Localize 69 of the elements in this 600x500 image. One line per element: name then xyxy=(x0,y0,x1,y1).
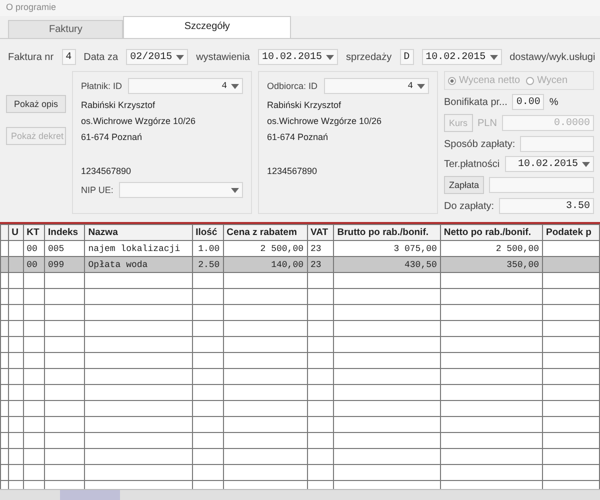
party-nip: 1234567890 xyxy=(267,166,318,176)
dropdown-caret-icon[interactable] xyxy=(582,162,590,166)
discount-field[interactable]: 0.00 xyxy=(512,94,544,110)
table-cell: 23 xyxy=(307,256,334,272)
scrollbar[interactable] xyxy=(0,489,600,500)
nip-ue-field[interactable] xyxy=(119,182,243,198)
column-header[interactable]: Nazwa xyxy=(84,224,192,240)
invoice-label: Faktura nr xyxy=(8,52,54,62)
column-header[interactable]: KT xyxy=(23,224,44,240)
column-header[interactable]: Podatek p xyxy=(542,224,600,240)
nip-ue-label: NIP UE: xyxy=(81,185,114,195)
method-label: Sposób zapłaty: xyxy=(444,138,516,150)
sale-date-field[interactable]: 10.02.2015 xyxy=(422,49,502,65)
column-header[interactable]: Ilość xyxy=(192,224,224,240)
total-label: Do zapłaty: xyxy=(444,200,494,212)
invoice-number-field[interactable]: 4 xyxy=(62,49,76,65)
column-header[interactable]: Netto po rab./bonif. xyxy=(440,224,543,240)
dropdown-caret-icon[interactable] xyxy=(417,84,425,88)
table-cell: 099 xyxy=(44,256,85,272)
dropdown-caret-icon[interactable] xyxy=(176,54,184,60)
column-header[interactable]: Cena z rabatem xyxy=(223,224,308,240)
party-street: os.Wichrowe Wzgórze 10/26 xyxy=(81,116,197,126)
issue-label: wystawienia xyxy=(196,52,250,62)
party-name: Rabiński Krzysztof xyxy=(81,100,156,110)
party-city: 61-674 Poznań xyxy=(267,132,330,142)
party-street: os.Wichrowe Wzgórze 10/26 xyxy=(267,116,383,126)
table-cell: 2.50 xyxy=(192,256,224,272)
radio-dot-icon[interactable] xyxy=(448,76,456,84)
column-header[interactable]: Indeks xyxy=(44,224,85,240)
dropdown-caret-icon[interactable] xyxy=(231,84,239,88)
table-cell: 350,00 xyxy=(440,256,543,272)
party-nip: 1234567890 xyxy=(81,166,132,176)
column-header[interactable]: VAT xyxy=(307,224,334,240)
payment-field[interactable] xyxy=(489,177,594,193)
delivery-label: dostawy/wyk.usługi xyxy=(510,52,596,62)
tab[interactable]: Szczegóły xyxy=(123,16,291,38)
radio-label: Wycen xyxy=(537,75,568,86)
sale-label: sprzedaży xyxy=(346,52,392,62)
sale-code-field[interactable]: D xyxy=(400,49,414,65)
period-label: Data za xyxy=(84,52,118,62)
column-header[interactable]: U xyxy=(8,224,24,240)
issue-date-field[interactable]: 10.02.2015 xyxy=(258,49,338,65)
total-field[interactable]: 3.50 xyxy=(499,198,594,214)
column-header[interactable]: Brutto po rab./bonif. xyxy=(334,224,440,240)
side-button[interactable]: Pokaż opis xyxy=(6,95,66,113)
id-field[interactable]: 4 xyxy=(128,78,243,94)
percent-label: % xyxy=(549,96,558,108)
party-label: Odbiorca: ID xyxy=(267,81,318,91)
dropdown-caret-icon[interactable] xyxy=(231,188,239,192)
radio-dot-icon[interactable] xyxy=(526,76,534,84)
party-label: Płatnik: ID xyxy=(81,81,122,91)
currency-label: PLN xyxy=(478,118,497,128)
period-field[interactable]: 02/2015 xyxy=(126,49,188,65)
table-cell: Opłata woda xyxy=(84,256,192,272)
due-date-field[interactable]: 10.02.2015 xyxy=(504,156,594,172)
due-label: Ter.płatności xyxy=(444,158,500,170)
dropdown-caret-icon[interactable] xyxy=(326,54,334,60)
party-city: 61-674 Poznań xyxy=(81,132,144,142)
tab[interactable]: Faktury xyxy=(8,20,124,38)
id-field[interactable]: 4 xyxy=(324,78,429,94)
dropdown-caret-icon[interactable] xyxy=(490,54,498,60)
method-field[interactable] xyxy=(520,136,594,152)
pay-button[interactable]: Zapłata xyxy=(444,176,484,194)
table-cell: 430,50 xyxy=(334,256,440,272)
table-cell: 140,00 xyxy=(223,256,308,272)
scrollbar-thumb[interactable] xyxy=(60,490,120,500)
party-name: Rabiński Krzysztof xyxy=(267,100,342,110)
discount-label: Bonifikata pr... xyxy=(444,96,508,108)
radio-label: Wycena netto xyxy=(459,75,520,86)
